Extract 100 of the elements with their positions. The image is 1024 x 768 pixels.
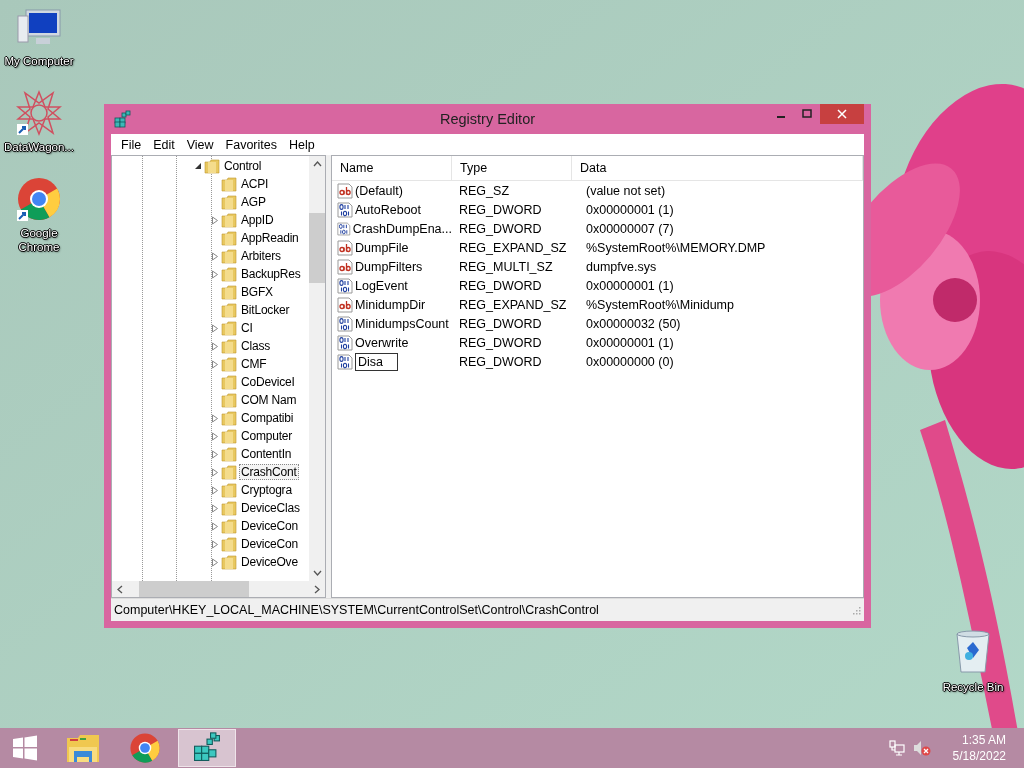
folder-icon [221, 320, 237, 336]
folder-icon [221, 374, 237, 390]
tree-item[interactable]: BitLocker [239, 302, 292, 318]
string-value-icon [337, 296, 353, 313]
collapsed-arrow-icon[interactable] [211, 521, 219, 531]
column-header[interactable]: Type [452, 156, 572, 180]
tree-item[interactable]: Compatibi [239, 410, 296, 426]
star-icon[interactable] [16, 90, 62, 136]
binary-value-icon [337, 201, 353, 218]
tree-item[interactable]: DeviceCon [239, 518, 300, 534]
collapsed-arrow-icon[interactable] [211, 431, 219, 441]
resize-grip-icon[interactable] [852, 605, 861, 615]
scroll-right-icon[interactable] [314, 584, 320, 594]
folder-icon [221, 518, 237, 534]
table-cell-text: (value not set) [585, 183, 667, 198]
table-cell-text: REG_DWORD [458, 335, 543, 350]
tree-item[interactable]: DeviceCon [239, 536, 300, 552]
column-header[interactable]: Name [332, 156, 452, 180]
table-cell: AutoReboot [355, 202, 422, 217]
tree-item[interactable]: BGFX [239, 284, 275, 300]
table-cell: Overwrite [355, 335, 409, 350]
tree-item[interactable]: CoDeviceI [239, 374, 297, 390]
vertical-scrollbar[interactable] [309, 156, 325, 581]
table-cell-text: 0x00000007 (7) [585, 221, 675, 236]
menu-item[interactable]: Edit [147, 137, 181, 152]
registry-cubes-icon [113, 110, 131, 128]
tree-item[interactable]: CrashCont [239, 464, 299, 480]
maximize-icon[interactable] [802, 109, 812, 119]
tree-item[interactable]: COM Nam [239, 392, 299, 408]
chrome-icon[interactable] [16, 176, 62, 222]
collapsed-arrow-icon[interactable] [211, 323, 219, 333]
tree-item[interactable]: ACPI [239, 176, 271, 192]
scroll-thumb[interactable] [139, 581, 249, 597]
collapsed-arrow-icon[interactable] [211, 215, 219, 225]
taskbar-app-button[interactable] [178, 729, 236, 767]
binary-value-icon [337, 334, 353, 351]
scroll-thumb[interactable] [309, 213, 325, 283]
tree-item[interactable]: AppID [239, 212, 276, 228]
table-cell: MinidumpDir [355, 297, 426, 312]
folder-icon [221, 266, 237, 282]
tree-item[interactable]: CI [239, 320, 255, 336]
rename-field[interactable]: Disa [355, 352, 398, 371]
collapsed-arrow-icon[interactable] [211, 341, 219, 351]
string-value-icon [337, 239, 353, 256]
folder-icon[interactable] [66, 733, 100, 763]
tree-item[interactable]: DeviceOve [239, 554, 300, 570]
scroll-up-icon[interactable] [312, 161, 322, 167]
menu-item[interactable]: Favorites [219, 137, 283, 152]
close-icon[interactable] [837, 109, 847, 119]
folder-icon [221, 410, 237, 426]
icon-label: My Computer [3, 54, 75, 68]
collapsed-arrow-icon[interactable] [211, 269, 219, 279]
collapsed-arrow-icon[interactable] [211, 449, 219, 459]
collapsed-arrow-icon[interactable] [211, 539, 219, 549]
tree-item[interactable]: AGP [239, 194, 268, 210]
table-cell-text: REG_DWORD [458, 316, 543, 331]
tree-item[interactable]: DeviceClas [239, 500, 302, 516]
menu-item[interactable]: Help [283, 137, 321, 152]
table-cell-text: REG_DWORD [458, 354, 543, 369]
collapsed-arrow-icon[interactable] [211, 503, 219, 513]
close-button[interactable] [820, 104, 864, 124]
menu-item[interactable]: File [115, 137, 148, 152]
folder-icon [221, 482, 237, 498]
table-cell-text: 0x00000000 (0) [585, 354, 675, 369]
tree-item[interactable]: Computer [239, 428, 295, 444]
string-value-icon [337, 182, 353, 199]
expanded-arrow-icon[interactable] [194, 162, 202, 170]
table-cell: (Default) [355, 183, 403, 198]
tree-item[interactable]: BackupRes [239, 266, 303, 282]
table-cell-text: REG_EXPAND_SZ [458, 297, 568, 312]
folder-icon [221, 284, 237, 300]
scroll-left-icon[interactable] [117, 584, 123, 594]
muted-speaker-icon[interactable] [912, 740, 931, 756]
collapsed-arrow-icon[interactable] [211, 467, 219, 477]
tree-item[interactable]: AppReadin [239, 230, 301, 246]
folder-icon [221, 212, 237, 228]
table-cell: DumpFilters [355, 259, 423, 274]
tree-item[interactable]: Class [239, 338, 272, 354]
scroll-down-icon[interactable] [312, 570, 322, 576]
tree-item[interactable]: Cryptogra [239, 482, 294, 498]
tree-item[interactable]: Arbiters [239, 248, 283, 264]
tree-item[interactable]: ContentIn [239, 446, 294, 462]
folder-icon [221, 230, 237, 246]
collapsed-arrow-icon[interactable] [211, 359, 219, 369]
folder-icon [221, 248, 237, 264]
tree-item[interactable]: Control [222, 158, 264, 174]
collapsed-arrow-icon[interactable] [211, 485, 219, 495]
chrome-icon[interactable] [129, 732, 161, 764]
menu-item[interactable]: View [180, 137, 220, 152]
recycle-bin-icon[interactable] [953, 630, 993, 676]
windows-logo-icon[interactable] [12, 735, 38, 761]
collapsed-arrow-icon[interactable] [211, 557, 219, 567]
tree-item[interactable]: CMF [239, 356, 269, 372]
network-icon[interactable] [888, 740, 905, 756]
icon-label: DataWagon... [3, 140, 75, 154]
collapsed-arrow-icon[interactable] [211, 413, 219, 423]
folder-icon [221, 428, 237, 444]
horizontal-scrollbar[interactable] [112, 581, 325, 597]
column-header[interactable]: Data [572, 156, 863, 180]
collapsed-arrow-icon[interactable] [211, 251, 219, 261]
